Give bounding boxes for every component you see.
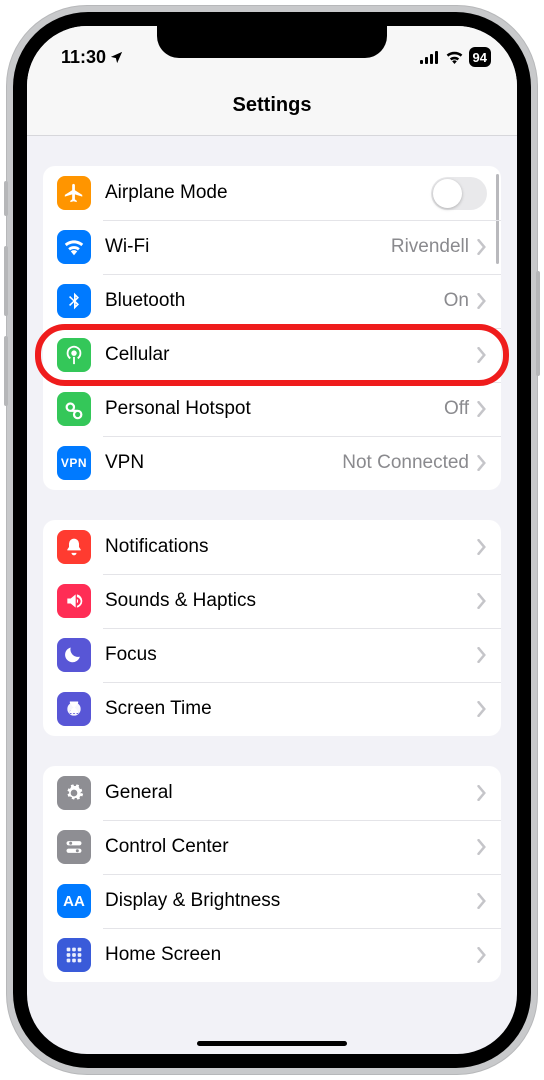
- chevron-right-icon: [477, 401, 487, 417]
- airplane-icon: [57, 176, 91, 210]
- sounds-icon: [57, 584, 91, 618]
- row-value: On: [444, 290, 469, 312]
- chevron-right-icon: [477, 455, 487, 471]
- row-label: Cellular: [105, 344, 477, 366]
- wifi-icon: [445, 50, 464, 64]
- chevron-right-icon: [477, 593, 487, 609]
- display-icon: AA: [57, 884, 91, 918]
- chevron-right-icon: [477, 347, 487, 363]
- row-value: Rivendell: [391, 236, 469, 258]
- row-value: Off: [444, 398, 469, 420]
- row-label: Airplane Mode: [105, 182, 431, 204]
- home-indicator[interactable]: [197, 1041, 347, 1046]
- chevron-right-icon: [477, 293, 487, 309]
- row-label: General: [105, 782, 477, 804]
- row-label: Display & Brightness: [105, 890, 477, 912]
- row-label: Screen Time: [105, 698, 477, 720]
- chevron-right-icon: [477, 539, 487, 555]
- chevron-right-icon: [477, 701, 487, 717]
- row-cellular[interactable]: Cellular: [43, 328, 501, 382]
- content-area[interactable]: Airplane Mode Wi-Fi Rivendell: [27, 136, 517, 1054]
- row-notifications[interactable]: Notifications: [43, 520, 501, 574]
- bluetooth-icon: [57, 284, 91, 318]
- screentime-icon: [57, 692, 91, 726]
- row-label: Focus: [105, 644, 477, 666]
- row-label: Bluetooth: [105, 290, 444, 312]
- wifi-settings-icon: [57, 230, 91, 264]
- cellular-icon: [57, 338, 91, 372]
- row-display-brightness[interactable]: AA Display & Brightness: [43, 874, 501, 928]
- notifications-icon: [57, 530, 91, 564]
- control-center-icon: [57, 830, 91, 864]
- chevron-right-icon: [477, 893, 487, 909]
- row-label: Control Center: [105, 836, 477, 858]
- hotspot-icon: [57, 392, 91, 426]
- row-control-center[interactable]: Control Center: [43, 820, 501, 874]
- row-label: Wi-Fi: [105, 236, 391, 258]
- location-icon: [109, 50, 124, 65]
- row-vpn[interactable]: VPN VPN Not Connected: [43, 436, 501, 490]
- row-screen-time[interactable]: Screen Time: [43, 682, 501, 736]
- notch: [157, 26, 387, 58]
- row-value: Not Connected: [342, 452, 469, 474]
- settings-group-connectivity: Airplane Mode Wi-Fi Rivendell: [43, 166, 501, 490]
- row-bluetooth[interactable]: Bluetooth On: [43, 274, 501, 328]
- chevron-right-icon: [477, 839, 487, 855]
- chevron-right-icon: [477, 785, 487, 801]
- row-general[interactable]: General: [43, 766, 501, 820]
- home-screen-icon: [57, 938, 91, 972]
- airplane-toggle[interactable]: [431, 177, 487, 210]
- general-icon: [57, 776, 91, 810]
- row-home-screen[interactable]: Home Screen: [43, 928, 501, 982]
- row-label: Sounds & Haptics: [105, 590, 477, 612]
- focus-icon: [57, 638, 91, 672]
- row-label: VPN: [105, 452, 342, 474]
- row-sounds[interactable]: Sounds & Haptics: [43, 574, 501, 628]
- settings-group-general: General Control Center AA Display & Brig…: [43, 766, 501, 982]
- row-airplane-mode[interactable]: Airplane Mode: [43, 166, 501, 220]
- row-personal-hotspot[interactable]: Personal Hotspot Off: [43, 382, 501, 436]
- status-time: 11:30: [61, 47, 106, 68]
- battery-indicator: 94: [469, 47, 491, 67]
- screen: 11:30 94: [27, 26, 517, 1054]
- row-label: Personal Hotspot: [105, 398, 444, 420]
- row-focus[interactable]: Focus: [43, 628, 501, 682]
- row-label: Notifications: [105, 536, 477, 558]
- page-title: Settings: [233, 94, 312, 117]
- chevron-right-icon: [477, 647, 487, 663]
- nav-header: Settings: [27, 76, 517, 136]
- vpn-icon: VPN: [57, 446, 91, 480]
- row-wifi[interactable]: Wi-Fi Rivendell: [43, 220, 501, 274]
- row-label: Home Screen: [105, 944, 477, 966]
- chevron-right-icon: [477, 947, 487, 963]
- chevron-right-icon: [477, 239, 487, 255]
- cellular-signal-icon: [420, 51, 440, 64]
- settings-group-notifications: Notifications Sounds & Haptics: [43, 520, 501, 736]
